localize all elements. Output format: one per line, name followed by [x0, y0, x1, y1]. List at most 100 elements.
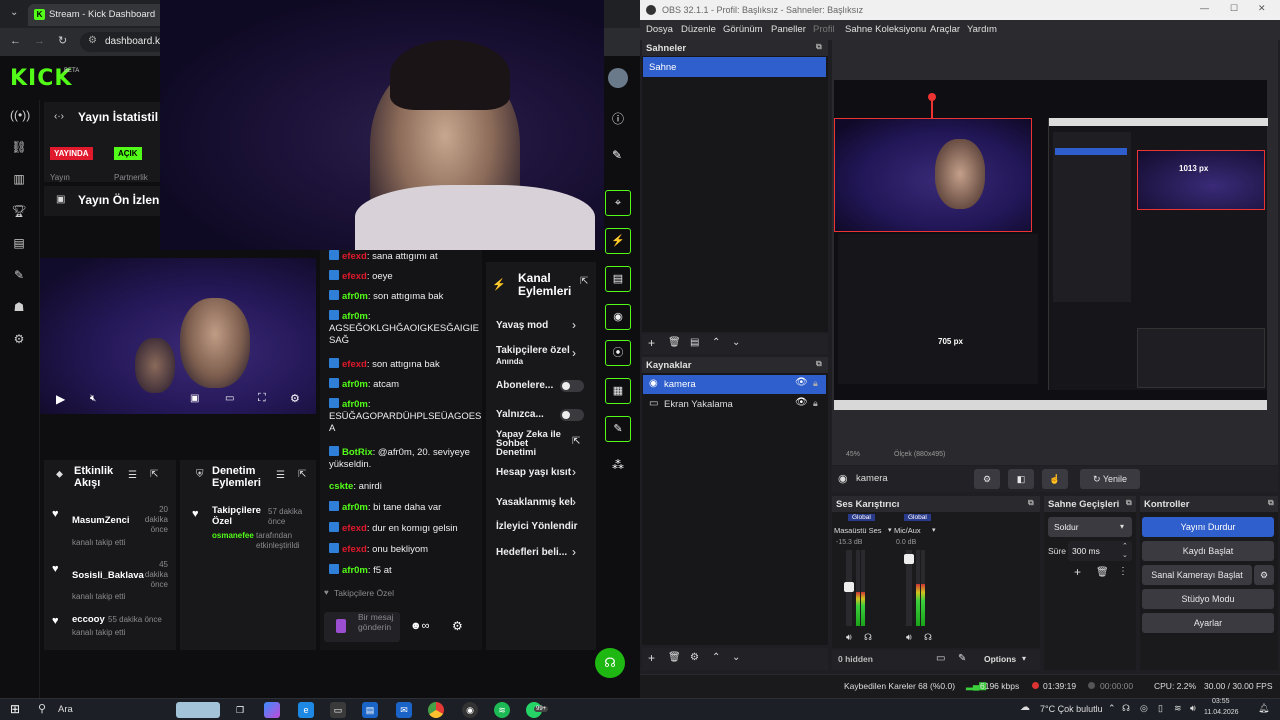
edge-icon[interactable]: e: [298, 702, 314, 718]
emote-only-toggle[interactable]: [560, 409, 584, 421]
pip-icon[interactable]: ▣: [190, 393, 199, 404]
edit-icon[interactable]: ✎: [612, 148, 622, 162]
fullscreen-icon[interactable]: ⛶: [258, 392, 266, 405]
chevron-right-icon[interactable]: ›: [572, 346, 576, 360]
chat-username[interactable]: efexd: [342, 271, 367, 282]
chat-username[interactable]: afr0m: [342, 311, 368, 322]
filter-icon[interactable]: ☰: [276, 470, 285, 481]
spotify-icon[interactable]: ≋: [494, 702, 510, 718]
source-item[interactable]: ◉ kamera 👁︎ 🔒︎: [643, 375, 826, 394]
chat-username[interactable]: afr0m: [342, 565, 368, 576]
play-icon[interactable]: ▶: [56, 392, 65, 406]
menu-scene-collection[interactable]: Sahne Koleksiyonu: [845, 24, 926, 35]
source-item[interactable]: ▭ Ekran Yakalama 👁︎ 🔒︎: [643, 395, 826, 414]
trophy-icon[interactable]: 🏆︎: [10, 202, 28, 220]
chat-username[interactable]: afr0m: [342, 379, 368, 390]
interact-icon[interactable]: ☝: [1042, 469, 1068, 489]
scene-item[interactable]: Sahne: [643, 57, 826, 77]
move-up-icon[interactable]: ⌃: [712, 337, 720, 348]
wrench-icon[interactable]: ✎: [958, 653, 966, 664]
bolt-icon[interactable]: ⚡: [605, 228, 631, 254]
tray-app-icon[interactable]: ☊: [1122, 703, 1130, 714]
studio-mode-button[interactable]: Stüdyo Modu: [1142, 589, 1274, 609]
headphones-icon[interactable]: ☊: [924, 632, 932, 643]
site-info-icon[interactable]: ⚙: [88, 35, 97, 46]
more-icon[interactable]: ⋮: [1118, 566, 1128, 577]
emote-icon[interactable]: [336, 619, 346, 633]
speaker-icon[interactable]: 🔊︎: [846, 632, 852, 643]
clock-time[interactable]: 03:55: [1212, 698, 1230, 705]
properties-icon[interactable]: ⚙: [974, 469, 1000, 489]
chevron-right-icon[interactable]: ›: [572, 495, 576, 509]
analytics-icon[interactable]: ▥: [10, 170, 28, 188]
menu-tools[interactable]: Araçlar: [930, 24, 960, 35]
chevron-right-icon[interactable]: ›: [572, 465, 576, 479]
store-icon[interactable]: ▤: [362, 702, 378, 718]
trash-icon[interactable]: 🗑︎: [668, 337, 681, 348]
duration-input[interactable]: 300 ms ⌃ ⌄: [1068, 541, 1132, 561]
stepper-down-icon[interactable]: ⌄: [1122, 551, 1128, 559]
chevron-down-icon[interactable]: ▾: [932, 526, 936, 534]
chat-username[interactable]: efexd: [342, 544, 367, 555]
back-icon[interactable]: ←: [10, 35, 21, 47]
volume-icon[interactable]: 🔊︎: [1190, 703, 1196, 714]
weather-text[interactable]: 7°C Çok bulutlu: [1040, 704, 1103, 714]
chat-bubble-icon[interactable]: ◉: [605, 304, 631, 330]
minimize-icon[interactable]: —: [1200, 3, 1209, 13]
options-button[interactable]: Options: [984, 654, 1016, 664]
emoji-icon[interactable]: ☻∞: [410, 620, 429, 632]
chat-username[interactable]: afr0m: [342, 399, 368, 410]
layout-icon[interactable]: ▭: [936, 653, 945, 664]
activity-user[interactable]: Sosisli_Baklava: [72, 570, 144, 581]
eye-icon[interactable]: 👁︎: [795, 377, 808, 388]
browser-tab[interactable]: K Stream - Kick Dashboard: [28, 4, 168, 26]
volume-slider-handle[interactable]: [844, 582, 854, 592]
add-icon[interactable]: +: [648, 651, 655, 665]
chat-username[interactable]: cskte: [329, 481, 353, 492]
chrome-icon[interactable]: [428, 702, 444, 718]
gear-icon[interactable]: ⚙: [690, 652, 699, 663]
task-view-icon[interactable]: ❐: [232, 702, 248, 718]
move-up-icon[interactable]: ⌃: [712, 652, 720, 663]
start-virtualcam-button[interactable]: Sanal Kamerayı Başlat: [1142, 565, 1252, 585]
file-explorer-icon[interactable]: ▭: [330, 702, 346, 718]
community-icon[interactable]: ☗: [10, 298, 28, 316]
dock-float-icon[interactable]: ⧉: [1126, 498, 1132, 508]
chat-username[interactable]: efexd: [342, 359, 367, 370]
dots-icon[interactable]: ⁂: [612, 458, 624, 472]
action-ai-moderation[interactable]: Yapay Zeka ile Sohbet Denetimi: [496, 430, 566, 458]
tray-app-icon[interactable]: ◎: [1140, 703, 1148, 714]
video-settings-icon[interactable]: ⚙: [290, 392, 300, 405]
settings-icon[interactable]: ⚙: [10, 330, 28, 348]
moderation-item-by[interactable]: osmanefee: [212, 531, 254, 540]
copilot-icon[interactable]: [264, 702, 280, 718]
subscribers-toggle[interactable]: [560, 380, 584, 392]
obs-preview[interactable]: 1013 px 705 px 45% Ölçek (880x495): [832, 40, 1278, 465]
start-icon[interactable]: ⊞: [10, 702, 20, 716]
notification-icon[interactable]: 🔔︎: [1258, 703, 1269, 714]
trash-icon[interactable]: 🗑︎: [1096, 567, 1109, 578]
action-raid[interactable]: İzleyici Yönlendir: [496, 521, 586, 533]
chat-username[interactable]: afr0m: [342, 291, 368, 302]
stream-icon[interactable]: ((•)): [10, 106, 30, 124]
avatar[interactable]: [608, 68, 628, 88]
preview-camera-source[interactable]: [834, 118, 1032, 232]
mute-icon[interactable]: 🔇︎: [90, 393, 96, 404]
layout-icon[interactable]: ▦: [605, 378, 631, 404]
chevron-right-icon[interactable]: ›: [572, 318, 576, 332]
chat-username[interactable]: BotRix: [342, 447, 373, 458]
stop-stream-button[interactable]: Yayını Durdur: [1142, 517, 1274, 537]
tray-chevron-icon[interactable]: ⌃: [1108, 703, 1116, 714]
preview-screen-source[interactable]: 1013 px: [1048, 118, 1268, 390]
clock-date[interactable]: 11.04.2026: [1204, 709, 1239, 716]
chevron-down-icon[interactable]: ▾: [888, 526, 892, 534]
start-recording-button[interactable]: Kaydı Başlat: [1142, 541, 1274, 561]
lock-icon[interactable]: 🔒︎: [813, 378, 818, 389]
trash-icon[interactable]: 🗑︎: [668, 652, 681, 663]
close-icon[interactable]: ✕: [1258, 3, 1266, 14]
dock-float-icon[interactable]: ⧉: [816, 42, 822, 52]
eye-icon[interactable]: 👁︎: [795, 397, 808, 408]
headphones-icon[interactable]: ☊: [864, 632, 872, 643]
note-icon[interactable]: ▤: [605, 266, 631, 292]
menu-help[interactable]: Yardım: [967, 24, 997, 35]
